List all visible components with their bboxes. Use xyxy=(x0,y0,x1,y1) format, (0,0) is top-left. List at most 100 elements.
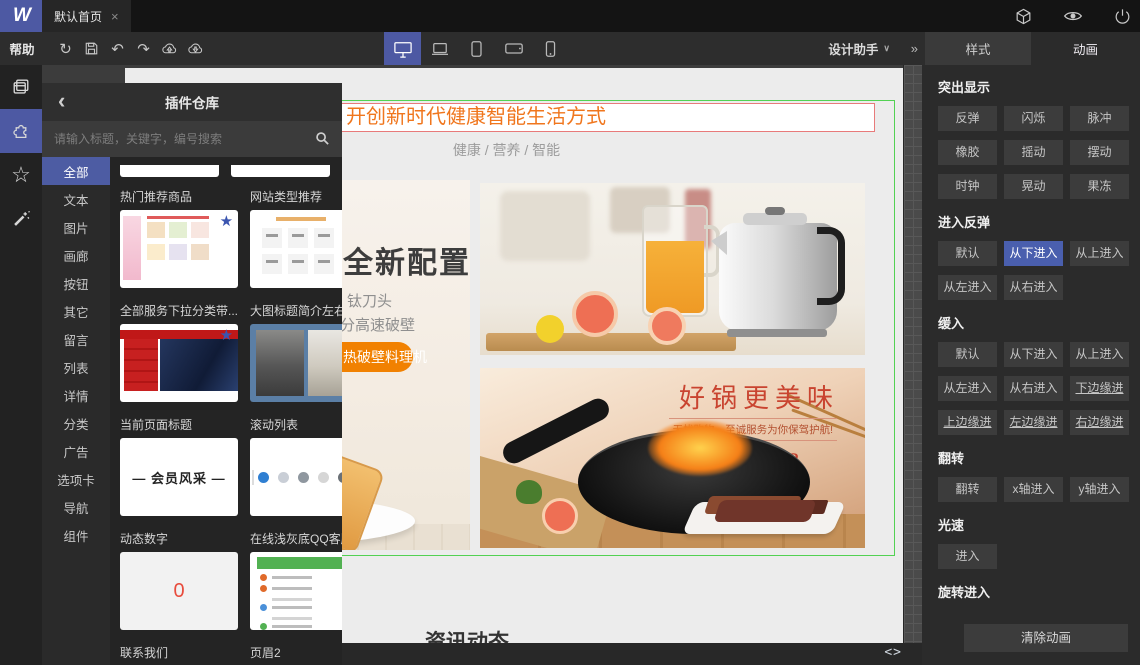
plugin-thumbnail[interactable]: ★ xyxy=(120,210,239,288)
partial-card[interactable] xyxy=(231,165,330,177)
power-icon[interactable] xyxy=(1113,7,1132,26)
search-icon[interactable] xyxy=(315,131,330,146)
save-icon[interactable] xyxy=(83,40,100,57)
category-item[interactable]: 图片 xyxy=(42,213,110,241)
animation-button[interactable]: 摇动 xyxy=(1004,140,1063,165)
animation-button[interactable]: 反弹 xyxy=(938,106,997,131)
animation-button[interactable]: 橡胶 xyxy=(938,140,997,165)
design-assistant-dropdown[interactable]: 设计助手 ∨ xyxy=(828,32,890,65)
canvas-vertical-scrollbar[interactable] xyxy=(903,65,922,643)
plugin-card[interactable]: 当前页面标题 ★ — 会员风采 — xyxy=(120,415,239,516)
animation-button[interactable]: 闪烁 xyxy=(1004,106,1063,131)
animation-button[interactable]: 从左进入 xyxy=(938,275,997,300)
animation-button[interactable]: 摆动 xyxy=(1070,140,1129,165)
plugin-thumbnail[interactable]: ★ 0 xyxy=(120,552,239,630)
app-logo[interactable]: W xyxy=(0,0,42,32)
animation-button[interactable]: 从下进入 xyxy=(1004,342,1063,367)
news-section-heading[interactable]: 资讯动态 xyxy=(425,626,509,643)
animation-button[interactable]: 从下进入 xyxy=(1004,241,1063,266)
category-item[interactable]: 文本 xyxy=(42,185,110,213)
category-item[interactable]: 详情 xyxy=(42,381,110,409)
collapse-panel-icon[interactable]: » xyxy=(911,32,918,65)
animation-button[interactable]: 右边缘进 xyxy=(1070,410,1129,435)
undo-icon[interactable]: ↶ xyxy=(109,40,126,58)
plugin-thumbnail[interactable]: ★ — 会员风采 — xyxy=(120,438,239,516)
help-button[interactable]: 帮助 xyxy=(0,32,44,65)
plugin-thumbnail[interactable]: ★ xyxy=(250,438,342,516)
sidebar-magic-wand-icon[interactable] xyxy=(0,197,42,241)
animation-section: 缓入 默认 从下进入 从上进入 从左进入 从右进入 下边缘进 上边缘进 左边缘进 右边缘进 xyxy=(938,313,1129,435)
back-chevron-icon[interactable]: ‹ xyxy=(58,87,65,115)
category-item[interactable]: 全部 xyxy=(42,157,110,185)
category-item[interactable]: 画廊 xyxy=(42,241,110,269)
animation-button[interactable]: 上边缘进 xyxy=(938,410,997,435)
redo-icon[interactable]: ↷ xyxy=(135,40,152,58)
animation-button[interactable]: 从左进入 xyxy=(938,376,997,401)
animation-button[interactable]: 下边缘进 xyxy=(1070,376,1129,401)
wok-banner-image[interactable]: 好锅更美味 无忧购物，至诚服务为你保驾护航! Warm Home xyxy=(480,368,865,548)
animation-button[interactable]: 默认 xyxy=(938,342,997,367)
plugin-thumbnail[interactable]: ★ xyxy=(250,324,342,402)
animation-button[interactable]: 默认 xyxy=(938,241,997,266)
device-preview-switcher xyxy=(384,32,569,65)
device-tablet-icon[interactable] xyxy=(458,32,495,65)
animation-section: 旋转进入 xyxy=(938,582,1128,611)
plugin-card[interactable]: 网站类型推荐 ★ xyxy=(250,187,342,288)
plugin-card[interactable]: 全部服务下拉分类带... ★ xyxy=(120,301,239,402)
plugin-card[interactable]: 在线浅灰底QQ客服 ★ xyxy=(250,529,342,630)
category-item[interactable]: 选项卡 xyxy=(42,465,110,493)
refresh-icon[interactable]: ↻ xyxy=(57,40,74,58)
category-item[interactable]: 按钮 xyxy=(42,269,110,297)
animation-button[interactable]: 进入 xyxy=(938,544,997,569)
plugin-search-input[interactable] xyxy=(42,121,342,157)
plugin-card-label: 滚动列表 xyxy=(250,418,299,432)
plugin-thumbnail[interactable]: ★ xyxy=(120,324,239,402)
plugin-card[interactable]: 热门推荐商品 ★ xyxy=(120,187,239,288)
device-phone-portrait-icon[interactable] xyxy=(532,32,569,65)
cloud-download-icon[interactable] xyxy=(187,40,204,57)
code-view-icon[interactable]: <> xyxy=(884,645,902,660)
partial-card[interactable] xyxy=(120,165,219,177)
device-laptop-icon[interactable] xyxy=(421,32,458,65)
tab-close-icon[interactable]: × xyxy=(111,9,119,24)
animation-button[interactable]: y轴进入 xyxy=(1070,477,1129,502)
category-item[interactable]: 留言 xyxy=(42,325,110,353)
animation-button[interactable]: 从上进入 xyxy=(1070,342,1129,367)
animation-button[interactable]: 时钟 xyxy=(938,174,997,199)
animation-button[interactable]: 脉冲 xyxy=(1070,106,1129,131)
clear-animation-button[interactable]: 清除动画 xyxy=(964,624,1128,652)
animation-button[interactable]: 晃动 xyxy=(1004,174,1063,199)
device-phone-landscape-icon[interactable] xyxy=(495,32,532,65)
animation-button[interactable]: x轴进入 xyxy=(1004,477,1063,502)
device-desktop-icon[interactable] xyxy=(384,32,421,65)
tab-style[interactable]: 样式 xyxy=(925,32,1031,65)
category-item[interactable]: 导航 xyxy=(42,493,110,521)
animation-button[interactable]: 左边缘进 xyxy=(1004,410,1063,435)
category-item[interactable]: 其它 xyxy=(42,297,110,325)
animation-button[interactable]: 从右进入 xyxy=(1004,376,1063,401)
sidebar-pages-icon[interactable] xyxy=(0,65,42,109)
animation-button[interactable]: 从上进入 xyxy=(1070,241,1129,266)
category-item[interactable]: 分类 xyxy=(42,409,110,437)
plugin-card[interactable]: 滚动列表 ★ xyxy=(250,415,342,516)
category-item[interactable]: 广告 xyxy=(42,437,110,465)
plugin-thumbnail[interactable]: ★ xyxy=(250,552,342,630)
category-item[interactable]: 列表 xyxy=(42,353,110,381)
cloud-upload-icon[interactable] xyxy=(161,40,178,57)
plugin-thumbnail[interactable]: ★ xyxy=(250,210,342,288)
animation-button[interactable]: 果冻 xyxy=(1070,174,1129,199)
preview-eye-icon[interactable] xyxy=(1063,6,1083,26)
animation-button[interactable]: 翻转 xyxy=(938,477,997,502)
animation-button[interactable]: 从右进入 xyxy=(1004,275,1063,300)
kettle-banner-image[interactable] xyxy=(480,183,865,355)
components-cube-icon[interactable] xyxy=(1014,7,1033,26)
tab-animation[interactable]: 动画 xyxy=(1031,32,1140,65)
plugin-card[interactable]: 大图标题简介左右切... ★ xyxy=(250,301,342,402)
page-tab[interactable]: 默认首页 × xyxy=(42,0,131,32)
plugin-card[interactable]: 动态数字 ★ 0 xyxy=(120,529,239,630)
category-item[interactable]: 组件 xyxy=(42,521,110,549)
sidebar-plugins-icon[interactable] xyxy=(0,109,42,153)
plugin-card[interactable]: 页眉2 ★ xyxy=(250,643,342,665)
plugin-card[interactable]: 联系我们 ★ xyxy=(120,643,238,665)
sidebar-favorites-icon[interactable]: ☆ xyxy=(0,153,42,197)
